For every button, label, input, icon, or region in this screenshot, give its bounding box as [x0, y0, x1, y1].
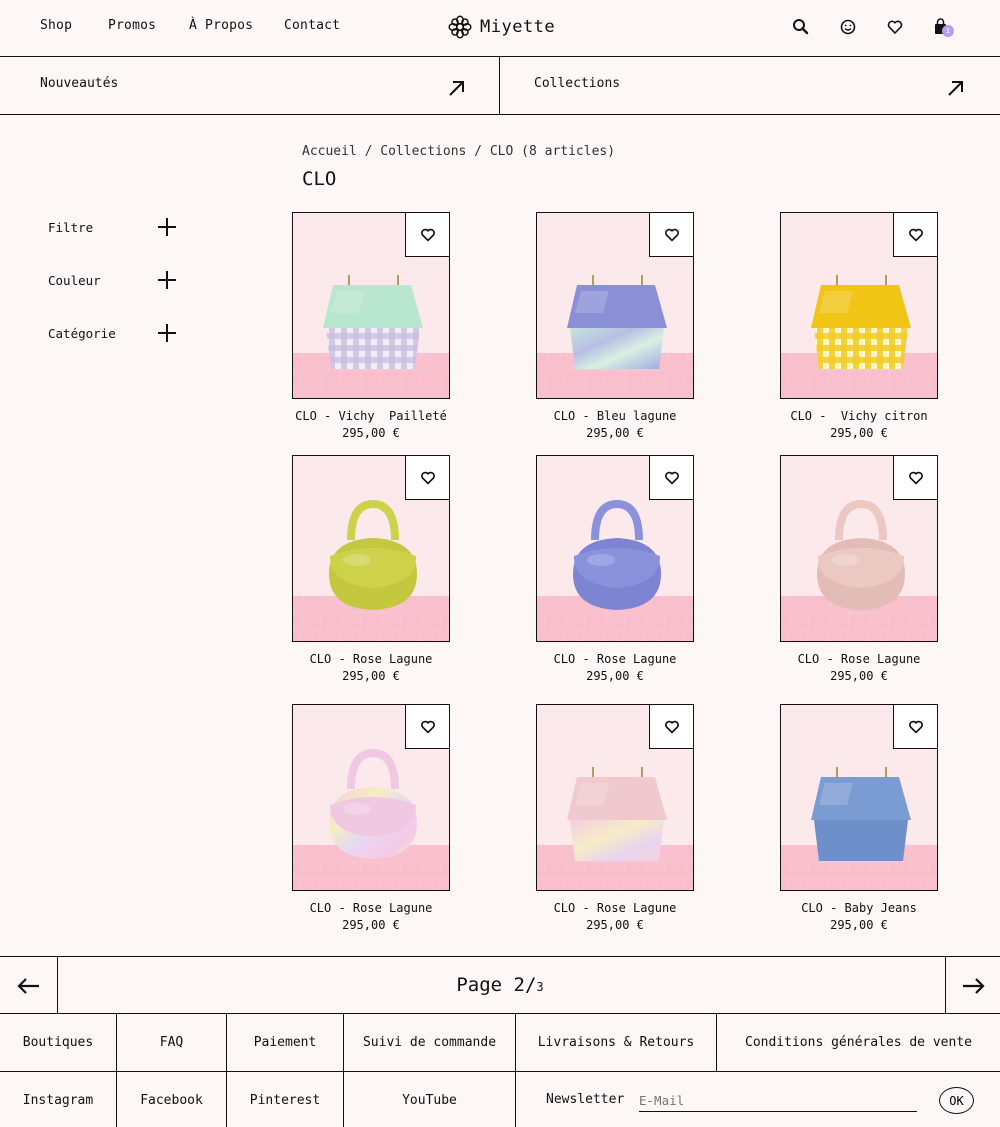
footer-link-livraisons[interactable]: Livraisons & Retours [516, 1014, 717, 1071]
wishlist-button[interactable] [405, 213, 449, 257]
category-subnav: Nouveautés Collections [0, 57, 1000, 115]
product-image[interactable] [292, 455, 450, 642]
subnav-nouveautes[interactable]: Nouveautés [0, 57, 500, 114]
arrow-up-right-icon [948, 81, 963, 96]
product-image[interactable] [536, 212, 694, 399]
product-price: 295,00 € [586, 426, 644, 440]
footer-link-boutiques[interactable]: Boutiques [0, 1014, 117, 1071]
product-price: 295,00 € [342, 426, 400, 440]
footer-link-cgv[interactable]: Conditions générales de vente [717, 1014, 1000, 1071]
page-total: 3 [536, 980, 544, 994]
heart-icon [664, 228, 679, 241]
plus-icon [158, 218, 176, 236]
nav-contact[interactable]: Contact [284, 18, 340, 33]
product-image[interactable] [780, 212, 938, 399]
footer-link-paiement[interactable]: Paiement [227, 1014, 344, 1071]
page-title: CLO [302, 168, 337, 190]
arrow-right-icon [963, 977, 985, 994]
footer-link-instagram[interactable]: Instagram [0, 1072, 117, 1127]
heart-icon [908, 720, 923, 733]
product-image[interactable] [536, 704, 694, 891]
subnav-collections-label: Collections [534, 76, 621, 91]
product-price: 295,00 € [830, 669, 888, 683]
wishlist-button[interactable] [405, 456, 449, 500]
plus-icon [158, 271, 176, 289]
cart-count-badge: 1 [942, 25, 954, 37]
wishlist-button[interactable] [405, 705, 449, 749]
product-price: 295,00 € [342, 669, 400, 683]
product-name[interactable]: CLO - Rose Lagune [506, 652, 724, 666]
product-name[interactable]: CLO - Rose Lagune [262, 652, 480, 666]
heart-icon[interactable] [884, 16, 906, 38]
wishlist-button[interactable] [649, 213, 693, 257]
brand-logo[interactable]: Miyette [448, 15, 555, 39]
footer-link-youtube[interactable]: YouTube [344, 1072, 516, 1127]
nav-promos[interactable]: Promos [108, 18, 156, 33]
product-name[interactable]: CLO - Vichy Pailleté [262, 409, 480, 423]
nav-a-propos[interactable]: À Propos [189, 18, 253, 33]
product-price: 295,00 € [586, 669, 644, 683]
product-name[interactable]: CLO - Bleu lagune [506, 409, 724, 423]
footer-link-pinterest[interactable]: Pinterest [227, 1072, 344, 1127]
brand-name: Miyette [480, 17, 556, 37]
filter-toggle-categorie[interactable]: Catégorie [48, 319, 180, 349]
newsletter-label: Newsletter [546, 1092, 625, 1107]
footer-links-row: Boutiques FAQ Paiement Suivi de commande… [0, 1014, 1000, 1072]
product-price: 295,00 € [342, 918, 400, 932]
nav-shop[interactable]: Shop [40, 18, 72, 33]
next-page-button[interactable] [945, 957, 1000, 1014]
wishlist-button[interactable] [649, 456, 693, 500]
footer-link-suivi[interactable]: Suivi de commande [344, 1014, 516, 1071]
product-price: 295,00 € [586, 918, 644, 932]
account-icon[interactable] [837, 16, 859, 38]
product-image[interactable] [536, 455, 694, 642]
product-image[interactable] [292, 212, 450, 399]
heart-icon [664, 471, 679, 484]
heart-icon [908, 471, 923, 484]
product-name[interactable]: CLO - Rose Lagune [262, 901, 480, 915]
product-name[interactable]: CLO - Rose Lagune [750, 652, 968, 666]
wishlist-button[interactable] [893, 456, 937, 500]
site-header: Shop Promos À Propos Contact Miyette 1 [0, 0, 1000, 57]
heart-icon [420, 471, 435, 484]
search-icon[interactable] [790, 16, 812, 38]
product-image[interactable] [292, 704, 450, 891]
subnav-nouveautes-label: Nouveautés [40, 76, 119, 91]
wishlist-button[interactable] [893, 213, 937, 257]
footer-link-faq[interactable]: FAQ [117, 1014, 227, 1071]
filter-toggle-couleur[interactable]: Couleur [48, 266, 180, 296]
pagination: Page 2/3 [0, 956, 1000, 1014]
plus-icon [158, 324, 176, 342]
product-name[interactable]: CLO - Baby Jeans [750, 901, 968, 915]
flower-logo-icon [448, 15, 472, 39]
newsletter-submit-button[interactable]: OK [939, 1087, 974, 1114]
heart-icon [664, 720, 679, 733]
heart-icon [420, 720, 435, 733]
product-name[interactable]: CLO - Vichy citron [750, 409, 968, 423]
product-name[interactable]: CLO - Rose Lagune [506, 901, 724, 915]
footer-social-row: Instagram Facebook Pinterest YouTube New… [0, 1072, 1000, 1127]
arrow-up-right-icon [449, 81, 464, 96]
newsletter-email-input[interactable] [639, 1090, 917, 1112]
footer-link-facebook[interactable]: Facebook [117, 1072, 227, 1127]
page-indicator: Page 2/3 [0, 974, 1000, 996]
product-price: 295,00 € [830, 918, 888, 932]
page-current: Page 2/ [456, 974, 537, 996]
breadcrumb[interactable]: Accueil / Collections / CLO (8 articles) [302, 144, 615, 159]
filter-label: Couleur [48, 273, 101, 288]
filter-label: Filtre [48, 220, 94, 235]
heart-icon [908, 228, 923, 241]
wishlist-button[interactable] [893, 705, 937, 749]
wishlist-button[interactable] [649, 705, 693, 749]
product-image[interactable] [780, 455, 938, 642]
filter-toggle-filtre[interactable]: Filtre [48, 213, 180, 243]
product-image[interactable] [780, 704, 938, 891]
product-price: 295,00 € [830, 426, 888, 440]
filter-label: Catégorie [48, 326, 116, 341]
subnav-collections[interactable]: Collections [500, 57, 1000, 114]
heart-icon [420, 228, 435, 241]
